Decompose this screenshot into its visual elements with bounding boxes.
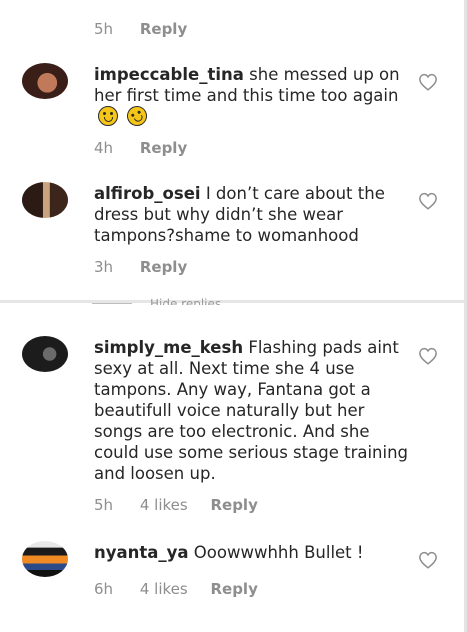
rolling-laughing-emoji: [123, 102, 151, 130]
comment-text: alfirob_osei I don’t care about the dres…: [94, 183, 414, 246]
reply-button[interactable]: Reply: [140, 139, 187, 157]
screenshot-top: 5h Reply impeccable_tina she messed up o…: [0, 0, 467, 300]
avatar[interactable]: [22, 182, 68, 218]
weary-face-emoji: [98, 106, 118, 126]
cropped-text: [120, 0, 160, 3]
hide-replies-line: [92, 303, 132, 304]
comment-text: impeccable_tina she messed up on her fir…: [94, 64, 414, 130]
reply-button[interactable]: Reply: [140, 20, 187, 38]
comment-text: simply_me_kesh Flashing pads aint sexy a…: [94, 337, 414, 484]
comment-meta: 5h Reply: [94, 20, 187, 38]
heart-icon[interactable]: [418, 73, 438, 91]
heart-icon[interactable]: [418, 347, 438, 365]
comment-body: Flashing pads aint sexy at all. Next tim…: [94, 338, 409, 483]
comment-time: 5h: [94, 496, 114, 514]
avatar[interactable]: [22, 63, 68, 99]
heart-icon[interactable]: [418, 551, 438, 569]
comment-meta: 6h 4 likes Reply: [94, 580, 258, 598]
comment-meta: 5h 4 likes Reply: [94, 496, 258, 514]
reply-button[interactable]: Reply: [210, 580, 257, 598]
comment-username[interactable]: nyanta_ya: [94, 543, 189, 562]
comment-text: nyanta_ya Ooowwwhhh Bullet !: [94, 542, 414, 563]
comment-username[interactable]: impeccable_tina: [94, 65, 244, 84]
comment-body: Ooowwwhhh Bullet !: [193, 543, 364, 562]
comment-meta: 3h Reply: [94, 258, 187, 276]
comment-meta: 4h Reply: [94, 139, 187, 157]
avatar[interactable]: [22, 336, 68, 372]
avatar[interactable]: [22, 541, 68, 577]
like-count[interactable]: 4 likes: [140, 496, 188, 514]
comment-username[interactable]: alfirob_osei: [94, 184, 201, 203]
reply-button[interactable]: Reply: [140, 258, 187, 276]
comment-time: 4h: [94, 139, 114, 157]
like-count[interactable]: 4 likes: [140, 580, 188, 598]
comment-time: 6h: [94, 580, 114, 598]
comment-time: 3h: [94, 258, 114, 276]
heart-icon[interactable]: [418, 192, 438, 210]
hide-replies-button[interactable]: Hide replies: [150, 297, 221, 305]
reply-button[interactable]: Reply: [210, 496, 257, 514]
comment-time: 5h: [94, 20, 114, 38]
comment-username[interactable]: simply_me_kesh: [94, 338, 243, 357]
